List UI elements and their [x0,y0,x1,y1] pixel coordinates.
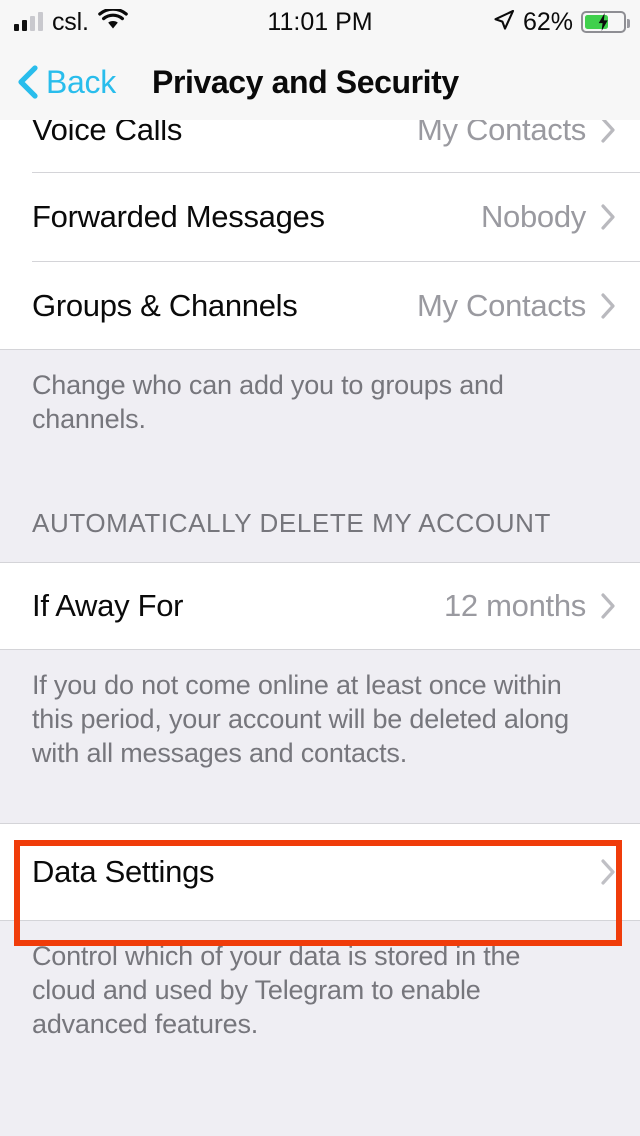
privacy-footer-block: Change who can add you to groups and cha… [0,350,640,562]
row-title: Groups & Channels [32,287,298,323]
row-value: Nobody [480,199,586,234]
location-arrow-icon [493,9,515,36]
row-title: Voice Calls [32,120,183,147]
battery-charging-icon [581,11,630,33]
table-row-voice-calls[interactable]: Voice Calls My Contacts [0,120,640,172]
chevron-left-icon [14,64,40,100]
chevron-right-icon [600,203,616,231]
status-bar: csl. 11:01 PM 62% [0,0,640,44]
clock-label: 11:01 PM [267,7,373,36]
table-row-data-settings[interactable]: Data Settings [0,824,640,920]
auto-delete-footer-block: If you do not come online at least once … [0,650,640,823]
group-footer-text: Change who can add you to groups and cha… [32,370,504,434]
back-button[interactable]: Back [14,64,116,101]
row-accessory [600,858,616,886]
battery-percent-label: 62% [522,7,573,36]
navigation-bar: Back Privacy and Security [0,44,640,120]
row-value: My Contacts [417,287,586,323]
phone-screen: csl. 11:01 PM 62% Back Privacy and Secur… [0,0,640,1136]
chevron-right-icon [600,592,616,620]
row-title: Forwarded Messages [32,199,325,234]
auto-delete-group: If Away For 12 months [0,563,640,650]
group-footer-text: If you do not come online at least once … [32,670,569,768]
table-row-forwarded-messages[interactable]: Forwarded Messages Nobody [0,173,640,261]
row-value: 12 months [443,588,586,623]
row-accessory: My Contacts [417,120,616,148]
back-button-label: Back [46,63,116,100]
row-accessory: My Contacts [417,288,616,324]
page-title: Privacy and Security [152,63,459,100]
status-bar-right: 62% [493,0,630,44]
chevron-right-icon [600,858,616,886]
row-value: My Contacts [417,120,586,147]
row-accessory: Nobody [481,199,616,235]
data-settings-group: Data Settings [0,824,640,921]
table-row-groups-channels[interactable]: Groups & Channels My Contacts [0,262,640,349]
chevron-right-icon [600,120,616,144]
settings-scroll-view[interactable]: Voice Calls My Contacts Forwarded Messag… [0,120,640,1136]
row-title: If Away For [32,588,184,623]
row-title: Data Settings [32,854,215,889]
table-row-if-away-for[interactable]: If Away For 12 months [0,563,640,649]
section-header-auto-delete: AUTOMATICALLY DELETE MY ACCOUNT [32,508,551,538]
data-settings-footer-block: Control which of your data is stored in … [0,921,640,1121]
chevron-right-icon [600,292,616,320]
privacy-rows-group: Voice Calls My Contacts Forwarded Messag… [0,120,640,350]
row-accessory: 12 months [444,588,616,624]
group-footer-text: Control which of your data is stored in … [32,941,521,1039]
